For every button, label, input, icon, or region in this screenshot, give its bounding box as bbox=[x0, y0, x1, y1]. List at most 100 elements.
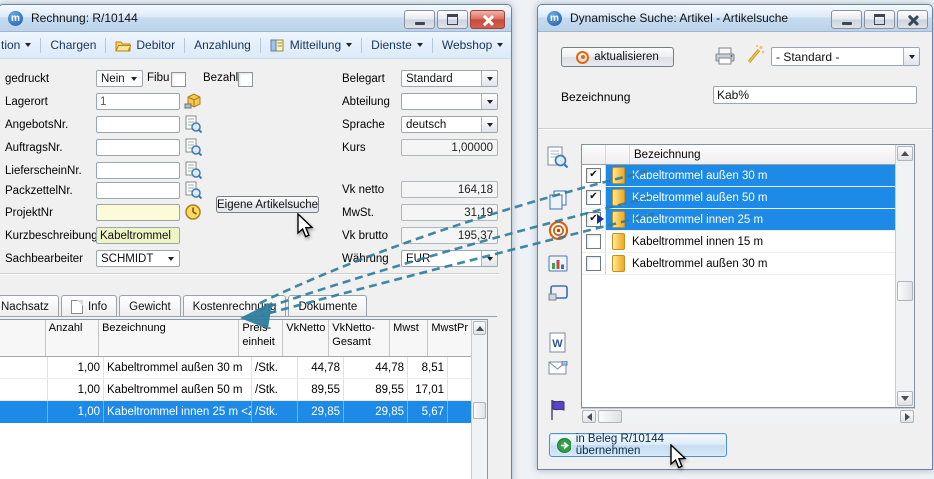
tab-kostenrechnung[interactable]: Kostenrechnung bbox=[183, 295, 287, 317]
row-checkbox[interactable]: ✔ bbox=[586, 168, 601, 183]
cell-anzahl: 1,00 bbox=[48, 379, 104, 400]
scrollbar-thumb[interactable] bbox=[473, 402, 486, 419]
chart-icon[interactable] bbox=[546, 252, 570, 276]
abteilung-dropdown[interactable] bbox=[401, 93, 498, 110]
bezeichnung-column-header[interactable]: Bezeichnung bbox=[630, 145, 895, 164]
bezeichnung-search-input[interactable] bbox=[713, 86, 917, 104]
result-row[interactable]: Kabeltrommel außen 30 m bbox=[582, 253, 895, 275]
gedruckt-dropdown[interactable]: Nein bbox=[96, 70, 143, 87]
invoice-titlebar[interactable]: m Rechnung: R/10144 bbox=[0, 5, 511, 32]
packzettelnr-input[interactable] bbox=[96, 182, 180, 199]
warehouse-icon[interactable] bbox=[184, 92, 202, 110]
toolbar-item-truncated[interactable]: tion bbox=[0, 35, 39, 55]
maximize-button[interactable] bbox=[437, 10, 468, 29]
magic-wand-icon[interactable] bbox=[745, 44, 765, 66]
column-header-anzahl[interactable]: Anzahl bbox=[46, 320, 99, 356]
belegart-dropdown[interactable]: Standard bbox=[401, 70, 498, 87]
target-icon[interactable] bbox=[546, 218, 570, 242]
maximize-button[interactable] bbox=[864, 10, 895, 29]
toolbar-item-chargen[interactable]: Chargen bbox=[42, 35, 104, 55]
table-row[interactable]: 1,00 Kabeltrommel außen 50 m /Stk. 89,55… bbox=[0, 379, 471, 401]
chevron-down-icon bbox=[487, 257, 493, 261]
toolbar-item-dienste[interactable]: Dienste bbox=[363, 35, 431, 55]
kurs-field: 1,00000 bbox=[401, 139, 498, 156]
icon-column-header[interactable] bbox=[606, 145, 630, 164]
bezahlt-checkbox[interactable] bbox=[238, 72, 253, 87]
scroll-left-button[interactable] bbox=[582, 410, 596, 423]
scroll-right-button[interactable] bbox=[900, 410, 914, 423]
print-icon[interactable] bbox=[715, 46, 737, 66]
lagerort-label: Lagerort bbox=[5, 96, 48, 108]
row-checkbox[interactable]: ✔ bbox=[586, 190, 601, 205]
scroll-up-button[interactable] bbox=[897, 146, 913, 161]
zoom-document-icon[interactable] bbox=[546, 145, 570, 169]
list-search-icon[interactable] bbox=[184, 115, 202, 133]
clock-icon[interactable] bbox=[184, 203, 202, 221]
close-button[interactable] bbox=[470, 10, 505, 29]
lagerort-input[interactable] bbox=[96, 93, 180, 110]
flag-icon[interactable] bbox=[546, 398, 570, 422]
list-search-icon[interactable] bbox=[184, 181, 202, 199]
tab-gewicht[interactable]: Gewicht bbox=[119, 295, 181, 317]
scrollbar-thumb[interactable] bbox=[598, 410, 622, 423]
column-header-preiseinheit[interactable]: Preis-einheit bbox=[239, 320, 283, 356]
window-frame-icon[interactable] bbox=[546, 281, 570, 305]
list-search-icon[interactable] bbox=[184, 138, 202, 156]
column-header-bezeichnung[interactable]: Bezeichnung bbox=[99, 320, 239, 356]
lieferscheinnr-label: LieferscheinNr. bbox=[5, 165, 82, 177]
search-window-title: Dynamische Suche: Artikel - Artikelsuche bbox=[570, 11, 788, 25]
row-checkbox[interactable] bbox=[586, 256, 601, 271]
column-header[interactable] bbox=[0, 320, 46, 356]
results-vscrollbar[interactable] bbox=[895, 145, 914, 407]
word-document-icon[interactable]: W bbox=[546, 330, 570, 354]
table-row-selected[interactable]: 1,00 Kabeltrommel innen 25 m <Zu /Stk. 2… bbox=[0, 401, 471, 423]
result-row[interactable]: ✔ Kabeltrommel außen 30 m bbox=[582, 165, 895, 187]
icon-cell bbox=[606, 253, 630, 274]
result-row-current[interactable]: ✔ Kabeltrommel innen 25 m bbox=[582, 209, 895, 231]
result-row[interactable]: ✔ Kabeltrommel außen 50 m bbox=[582, 187, 895, 209]
scroll-up-button[interactable] bbox=[473, 321, 486, 335]
minimize-button[interactable] bbox=[831, 10, 862, 29]
waehrung-dropdown[interactable]: EUR bbox=[401, 250, 498, 267]
toolbar-separator bbox=[432, 38, 433, 53]
search-titlebar[interactable]: m Dynamische Suche: Artikel - Artikelsuc… bbox=[538, 5, 932, 32]
tab-info[interactable]: Info bbox=[61, 295, 117, 317]
toolbar-item-debitor[interactable]: Debitor bbox=[107, 35, 183, 55]
column-header-vknetto[interactable]: VkNetto bbox=[283, 320, 329, 356]
aktualisieren-button[interactable]: aktualisieren bbox=[561, 47, 674, 67]
minimize-button[interactable] bbox=[404, 10, 435, 29]
toolbar-item-mitteilung[interactable]: Mitteilung bbox=[262, 35, 360, 55]
projektnr-input[interactable] bbox=[96, 204, 180, 221]
list-search-icon[interactable] bbox=[184, 161, 202, 179]
table-row[interactable]: 1,00 Kabeltrommel außen 30 m /Stk. 44,78… bbox=[0, 357, 471, 379]
tab-dokumente[interactable]: Dokumente bbox=[288, 295, 367, 317]
sachbearbeiter-label: Sachbearbeiter bbox=[5, 253, 83, 265]
toolbar-item-anzahlung[interactable]: Anzahlung bbox=[186, 35, 259, 55]
angebotsnr-input[interactable] bbox=[96, 116, 180, 133]
check-column-header[interactable] bbox=[582, 145, 606, 164]
lieferscheinnr-input[interactable] bbox=[96, 162, 180, 179]
scrollbar-thumb[interactable] bbox=[897, 281, 913, 301]
column-header-vknetto-gesamt[interactable]: VkNetto-Gesamt bbox=[329, 320, 390, 356]
sachbearbeiter-dropdown[interactable]: SCHMIDT bbox=[96, 250, 180, 267]
layout-preset-dropdown[interactable]: - Standard - bbox=[771, 47, 920, 66]
result-row[interactable]: Kabeltrommel innen 15 m bbox=[582, 231, 895, 253]
email-icon[interactable] bbox=[546, 356, 570, 380]
auftragsnr-input[interactable] bbox=[96, 139, 180, 156]
toolbar-separator bbox=[260, 38, 261, 53]
kurzbeschreibung-input[interactable] bbox=[96, 227, 180, 244]
scroll-down-button[interactable] bbox=[897, 391, 913, 406]
column-header-mwstpr[interactable]: MwstPr bbox=[428, 320, 471, 356]
column-header-mwst[interactable]: Mwst bbox=[390, 320, 428, 356]
close-button[interactable] bbox=[897, 10, 928, 29]
row-checkbox[interactable] bbox=[586, 234, 601, 249]
fibu-checkbox[interactable] bbox=[171, 72, 186, 87]
sprache-dropdown[interactable]: deutsch bbox=[401, 116, 498, 133]
uebernehmen-button[interactable]: in Beleg R/10144 übernehmen bbox=[549, 433, 727, 457]
results-hscrollbar[interactable] bbox=[581, 408, 915, 424]
toolbar-item-webshop[interactable]: Webshop bbox=[434, 35, 511, 55]
eigene-artikelsuche-button[interactable]: Eigene Artikelsuche bbox=[216, 196, 319, 213]
table-scrollbar[interactable] bbox=[471, 320, 487, 479]
tab-nachsatz[interactable]: Nachsatz bbox=[0, 295, 59, 317]
copy-pages-icon[interactable] bbox=[546, 188, 570, 212]
